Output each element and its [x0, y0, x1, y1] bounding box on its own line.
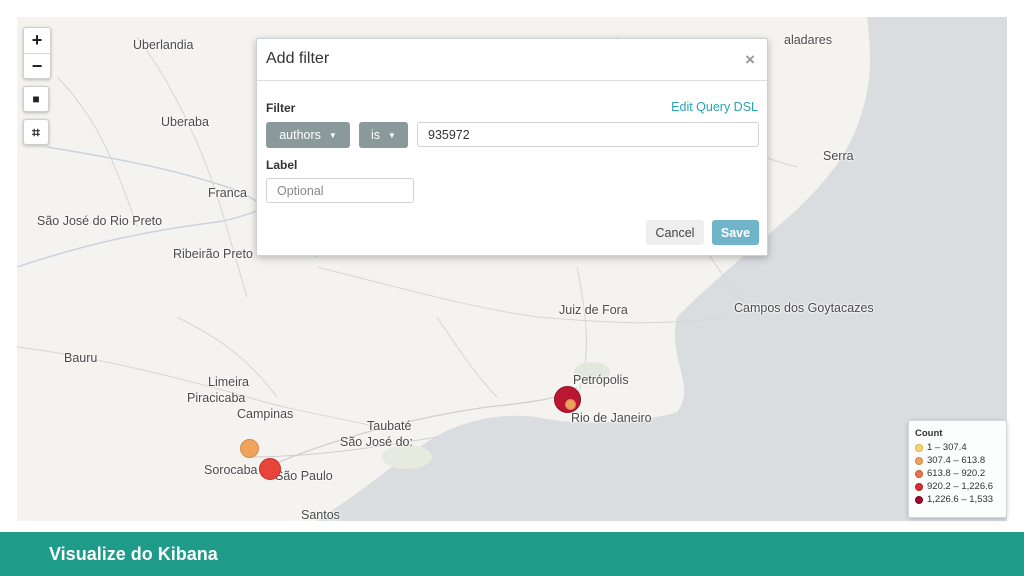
city-label: São José do: [340, 435, 413, 449]
city-label: Uberlandia [133, 38, 194, 52]
legend-range: 1 – 307.4 [927, 442, 967, 453]
city-label: Ribeirão Preto [173, 247, 253, 261]
city-label: Piracicaba [187, 391, 246, 405]
legend-range: 307.4 – 613.8 [927, 455, 986, 466]
city-label: São Paulo [275, 469, 333, 483]
legend-title: Count [915, 428, 943, 439]
legend-swatch [915, 469, 923, 478]
footer-title: Visualize do Kibana [49, 544, 218, 564]
legend-item: 613.8 – 920.2 [915, 467, 1006, 480]
legend-swatch [915, 456, 923, 465]
legend-swatch [915, 495, 923, 504]
city-label: Campos dos Goytacazes [734, 301, 874, 315]
legend-item: 307.4 – 613.8 [915, 454, 1006, 467]
city-label: aladares [784, 33, 832, 47]
footer-banner: Visualize do Kibana [0, 532, 1024, 576]
label-label: Label [266, 158, 298, 172]
city-label: Limeira [208, 375, 249, 389]
city-label: Sorocaba [204, 463, 258, 477]
operator-select[interactable]: is ▼ [359, 122, 408, 148]
city-label: Serra [823, 149, 854, 163]
map-marker[interactable] [259, 458, 281, 480]
operator-select-value: is [371, 128, 381, 142]
city-label: Rio de Janeiro [571, 411, 652, 425]
legend-item: 1 – 307.4 [915, 441, 1006, 454]
cancel-button[interactable]: Cancel [646, 220, 704, 245]
map-marker[interactable] [240, 439, 259, 458]
city-label: Taubaté [367, 419, 412, 433]
city-label: Santos [301, 508, 340, 521]
save-button[interactable]: Save [712, 220, 759, 245]
dialog-header: Add filter × [257, 39, 767, 81]
city-label: Campinas [237, 407, 294, 421]
city-label: Franca [208, 186, 247, 200]
filter-label: Filter [266, 101, 296, 115]
map-legend: Count 1 – 307.4 307.4 – 613.8 613.8 – 92… [908, 420, 1007, 518]
zoom-control: + − [23, 27, 51, 79]
map-marker[interactable] [565, 399, 576, 410]
city-label: Bauru [64, 351, 98, 365]
chevron-down-icon: ▼ [388, 130, 396, 140]
legend-item: 1,226.6 – 1,533 [915, 493, 1006, 506]
legend-swatch [915, 443, 923, 452]
label-input[interactable]: Optional [266, 178, 414, 203]
draw-rectangle-button[interactable]: ■ [23, 86, 49, 112]
legend-item: 920.2 – 1,226.6 [915, 480, 1006, 493]
field-select[interactable]: authors ▼ [266, 122, 350, 148]
chevron-down-icon: ▼ [328, 130, 337, 140]
legend-swatch [915, 482, 923, 491]
zoom-in-button[interactable]: + [24, 28, 50, 54]
city-label: Uberaba [161, 115, 209, 129]
legend-range: 613.8 – 920.2 [927, 468, 986, 479]
legend-range: 920.2 – 1,226.6 [927, 481, 994, 492]
city-label: Petrópolis [573, 373, 629, 387]
field-select-value: authors [279, 128, 321, 142]
city-label: Juiz de Fora [559, 303, 628, 317]
crop-icon[interactable]: ⌗ [23, 119, 49, 145]
dialog-title: Add filter [266, 50, 330, 67]
zoom-out-button[interactable]: − [24, 54, 50, 79]
city-label: São José do Rio Preto [37, 214, 163, 228]
edit-query-dsl-link[interactable]: Edit Query DSL [671, 100, 758, 114]
add-filter-dialog: Add filter × Filter Edit Query DSL autho… [256, 38, 768, 256]
legend-range: 1,226.6 – 1,533 [927, 494, 994, 505]
close-icon[interactable]: × [745, 50, 755, 70]
filter-value-input[interactable]: 935972 [417, 122, 759, 147]
